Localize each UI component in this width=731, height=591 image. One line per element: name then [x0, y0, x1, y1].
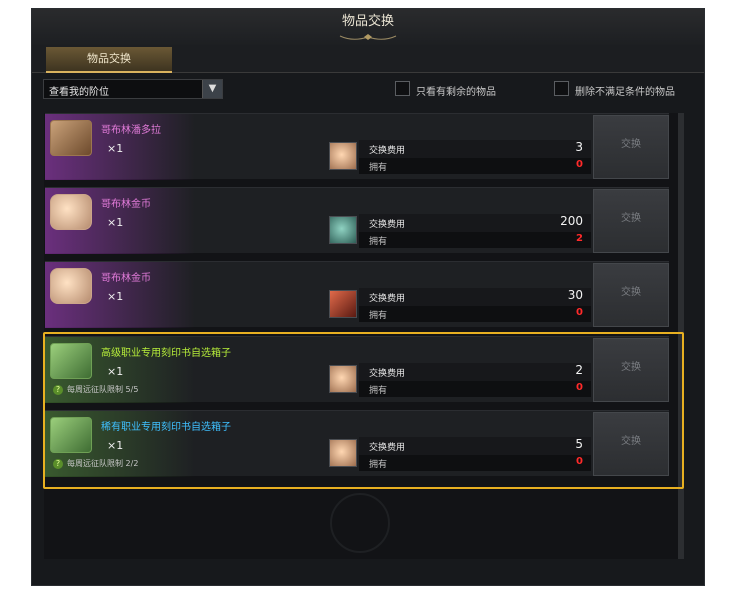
own-value: 0: [576, 456, 583, 467]
teal-token-icon[interactable]: [329, 216, 357, 244]
title-bar: 物品交换: [32, 9, 704, 45]
item-quantity: ×1: [107, 290, 124, 303]
weekly-limit: 每周远征队限制 2/2: [67, 459, 139, 468]
checkbox-label: 只看有剩余的物品: [416, 87, 496, 98]
green-chest-icon[interactable]: [50, 343, 92, 379]
exchange-button[interactable]: 交换: [593, 189, 669, 253]
cost-panel: 交换费用 30 拥有 0: [359, 288, 591, 324]
goblin-coin-icon[interactable]: [50, 268, 92, 304]
checkbox-box[interactable]: [395, 81, 410, 96]
exchange-row: 哥布林金币 ×1 交换费用 200 拥有 2 交换: [45, 187, 669, 254]
item-name: 稀有职业专用刻印书自选箱子: [101, 422, 231, 433]
own-value: 0: [576, 159, 583, 170]
cost-value: 200: [560, 214, 583, 228]
cost-label: 交换费用: [369, 369, 406, 379]
checkbox-label: 删除不满足条件的物品: [575, 87, 675, 98]
cost-line: 交换费用 5: [359, 437, 591, 455]
item-name: 哥布林金币: [101, 199, 151, 210]
own-label: 拥有: [369, 163, 388, 173]
own-line: 拥有 0: [359, 306, 591, 322]
item-name: 哥布林潘多拉: [101, 125, 161, 136]
own-label: 拥有: [369, 460, 388, 470]
own-label: 拥有: [369, 386, 388, 396]
own-value: 0: [576, 382, 583, 393]
own-line: 拥有 0: [359, 158, 591, 174]
cost-panel: 交换费用 3 拥有 0: [359, 140, 591, 176]
cost-label: 交换费用: [369, 294, 406, 304]
own-label: 拥有: [369, 237, 388, 247]
own-value: 0: [576, 307, 583, 318]
own-value: 2: [576, 233, 583, 244]
title-ornament-icon: [339, 34, 397, 40]
cost-line: 交换费用 200: [359, 214, 591, 232]
rank-select-value: 查看我的阶位: [49, 87, 109, 98]
own-label: 拥有: [369, 311, 388, 321]
chevron-down-icon[interactable]: ▼: [202, 80, 222, 98]
coin-icon[interactable]: [329, 142, 357, 170]
cost-label: 交换费用: [369, 443, 406, 453]
list-scrollbar[interactable]: [678, 113, 684, 559]
cost-value: 3: [575, 140, 583, 154]
checkbox-box[interactable]: [554, 81, 569, 96]
weekly-limit: 每周远征队限制 5/5: [67, 385, 139, 394]
tab-item-exchange[interactable]: 物品交换: [46, 47, 172, 73]
help-icon[interactable]: ?: [53, 459, 63, 469]
exchange-row: 高级职业专用刻印书自选箱子 ×1 ? 每周远征队限制 5/5 交换费用 2 拥有…: [45, 336, 669, 403]
coin-icon[interactable]: [329, 365, 357, 393]
exchange-emblem-icon: [330, 493, 390, 553]
rank-select[interactable]: 查看我的阶位 ▼: [43, 79, 223, 99]
item-name: 高级职业专用刻印书自选箱子: [101, 348, 231, 359]
exchange-row: 稀有职业专用刻印书自选箱子 ×1 ? 每周远征队限制 2/2 交换费用 5 拥有…: [45, 410, 669, 477]
cost-value: 30: [567, 288, 583, 302]
own-line: 拥有 0: [359, 455, 591, 471]
item-name: 哥布林金币: [101, 273, 151, 284]
own-line: 拥有 0: [359, 381, 591, 397]
red-feather-icon[interactable]: [329, 290, 357, 318]
help-icon[interactable]: ?: [53, 385, 63, 395]
goblin-coin-icon[interactable]: [50, 194, 92, 230]
green-chest-icon[interactable]: [50, 417, 92, 453]
own-line: 拥有 2: [359, 232, 591, 248]
tab-strip: 物品交换: [32, 45, 704, 73]
exchange-row: 哥布林金币 ×1 交换费用 30 拥有 0 交换: [45, 261, 669, 328]
item-quantity: ×1: [107, 142, 124, 155]
item-quantity: ×1: [107, 439, 124, 452]
cost-label: 交换费用: [369, 220, 406, 230]
cost-line: 交换费用 30: [359, 288, 591, 306]
cost-panel: 交换费用 5 拥有 0: [359, 437, 591, 473]
filter-row: 查看我的阶位 ▼ 只看有剩余的物品 删除不满足条件的物品: [43, 79, 698, 101]
exchange-row: 哥布林潘多拉 ×1 交换费用 3 拥有 0 交换: [45, 113, 669, 180]
coin-icon[interactable]: [329, 439, 357, 467]
window-title: 物品交换: [341, 14, 394, 29]
exchange-button[interactable]: 交换: [593, 115, 669, 179]
exchange-button[interactable]: 交换: [593, 338, 669, 402]
item-quantity: ×1: [107, 216, 124, 229]
cost-line: 交换费用 2: [359, 363, 591, 381]
cost-panel: 交换费用 2 拥有 0: [359, 363, 591, 399]
cost-line: 交换费用 3: [359, 140, 591, 158]
cost-value: 2: [575, 363, 583, 377]
exchange-button[interactable]: 交换: [593, 412, 669, 476]
item-quantity: ×1: [107, 365, 124, 378]
cost-panel: 交换费用 200 拥有 2: [359, 214, 591, 250]
cost-value: 5: [575, 437, 583, 451]
cost-label: 交换费用: [369, 146, 406, 156]
brown-chest-icon[interactable]: [50, 120, 92, 156]
exchange-button[interactable]: 交换: [593, 263, 669, 327]
